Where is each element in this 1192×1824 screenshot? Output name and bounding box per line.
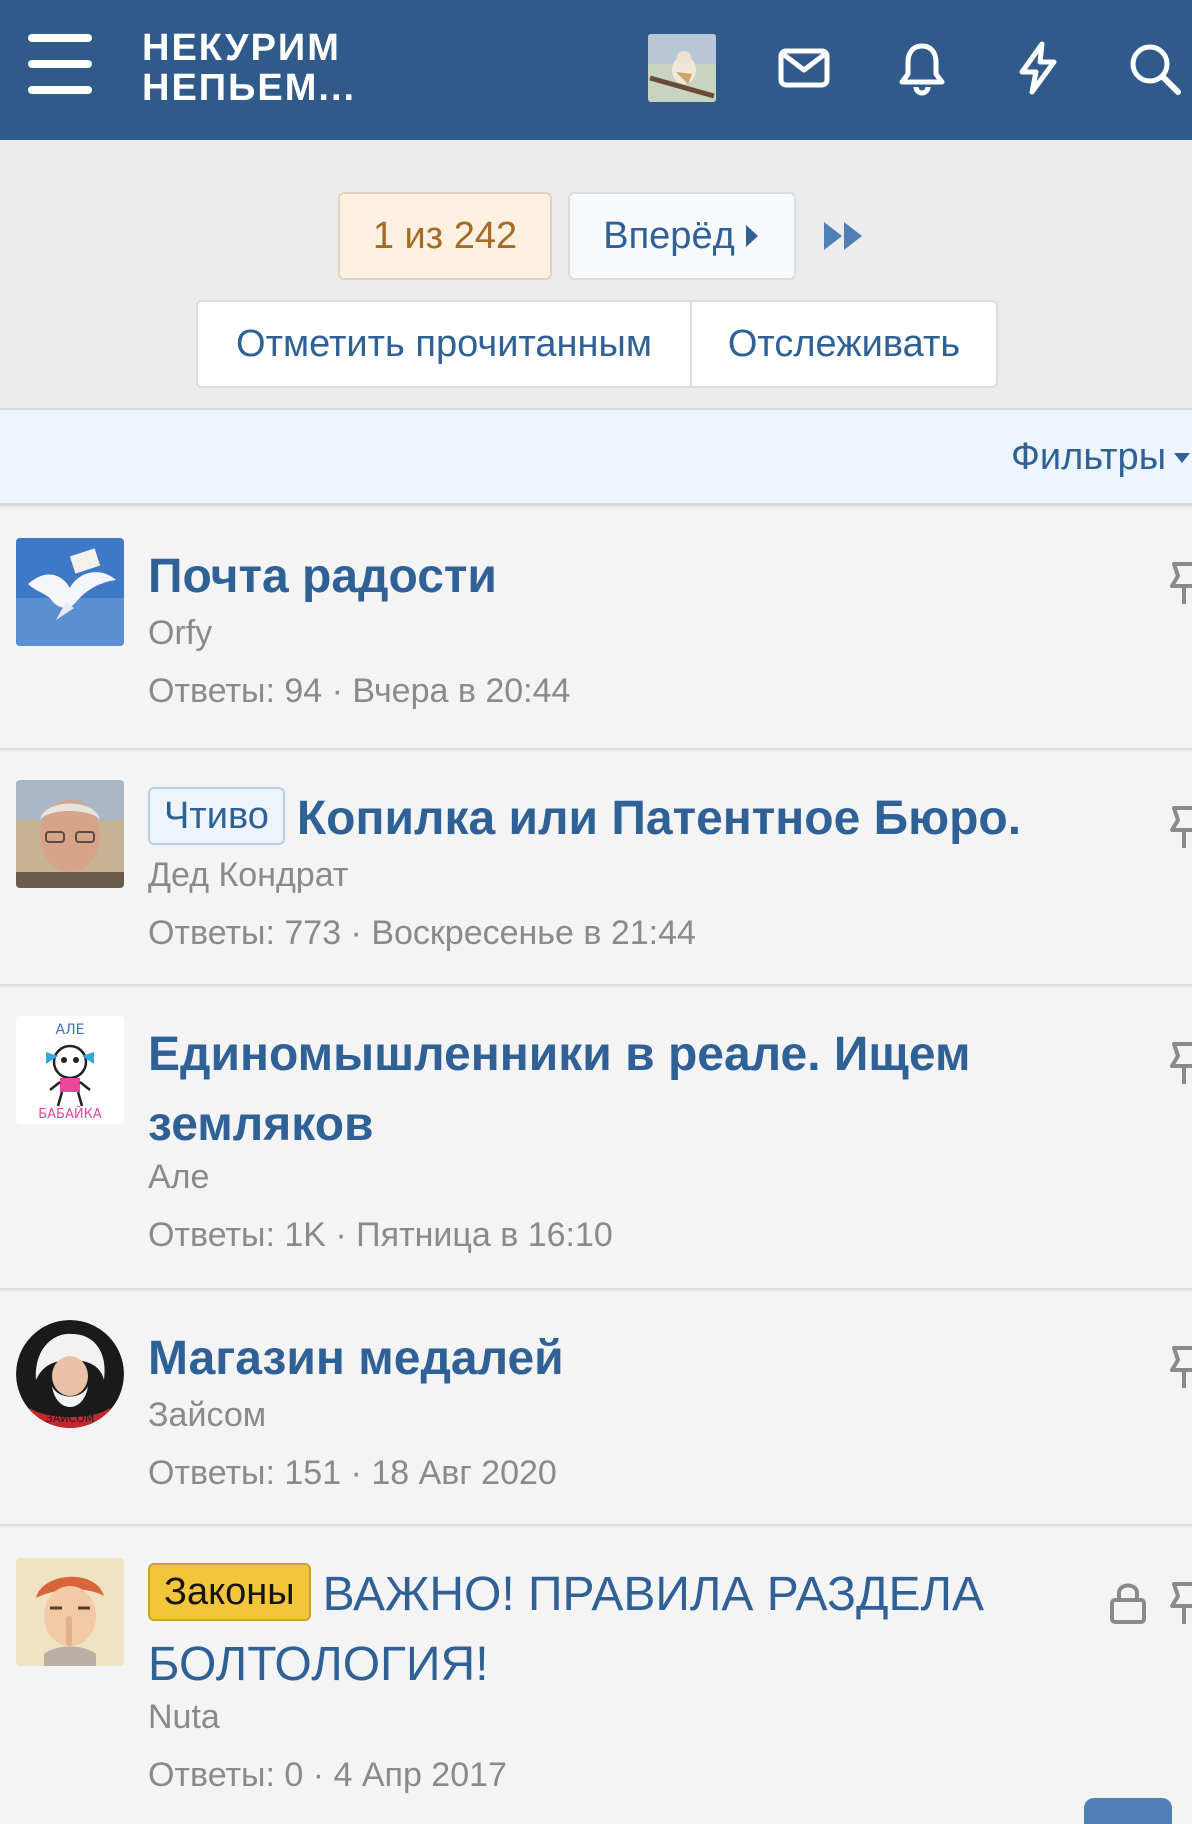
pin-icon [1170, 1042, 1192, 1084]
thread-row[interactable]: Законы ВАЖНО! ПРАВИЛА РАЗДЕЛА БОЛТОЛОГИЯ!… [0, 1528, 1192, 1824]
avatar[interactable] [16, 780, 124, 888]
thread-author[interactable]: Зайсом [148, 1396, 266, 1435]
thread-title-text[interactable]: Копилка или Патентное Бюро. [297, 792, 1021, 845]
thread-author[interactable]: Дед Кондрат [148, 856, 348, 895]
avatar[interactable] [16, 1558, 124, 1666]
filters-label: Фильтры [1011, 436, 1166, 478]
logo-line-2: НЕПЬЕМ... [142, 67, 357, 109]
lock-icon [1110, 1583, 1146, 1624]
thread-meta: Ответы: 0 · 4 Апр 2017 [148, 1756, 507, 1794]
avatar-caption: ЗАЙСОМ [46, 1412, 95, 1425]
thread-author[interactable]: Nuta [148, 1698, 220, 1737]
thread-row[interactable]: Чтиво Копилка или Патентное Бюро. Дед Кон… [0, 752, 1192, 986]
thread-row[interactable]: Почта радости Orfy Ответы: 94 · Вчера в … [0, 508, 1192, 750]
thread-row[interactable]: АЛЕ БАБАЙКА Единомышленники в реале. Ище… [0, 988, 1192, 1290]
thread-meta: Ответы: 1K · Пятница в 16:10 [148, 1216, 613, 1254]
top-nav-bar: НЕКУРИМ НЕПЬЕМ... [0, 0, 1192, 140]
pin-icon [1170, 806, 1192, 848]
watch-label: Отслеживать [727, 322, 961, 365]
caret-right-icon [745, 225, 758, 247]
thread-author[interactable]: Але [148, 1158, 209, 1197]
page-indicator-label: 1 из 242 [372, 214, 518, 257]
pin-icon [1170, 1582, 1192, 1624]
mark-read-button[interactable]: Отметить прочитанным [196, 300, 692, 388]
watch-button[interactable]: Отслеживать [690, 300, 998, 388]
pin-icon [1170, 562, 1192, 604]
user-avatar[interactable] [648, 34, 716, 102]
next-page-button[interactable]: Вперёд [568, 192, 796, 280]
thread-title[interactable]: Чтиво Копилка или Патентное Бюро. [148, 784, 1082, 854]
inbox-icon[interactable] [776, 40, 832, 96]
menu-icon[interactable] [28, 34, 92, 94]
avatar[interactable]: АЛЕ БАБАЙКА [16, 1016, 124, 1124]
chevron-down-icon [1174, 452, 1190, 463]
site-logo[interactable]: НЕКУРИМ НЕПЬЕМ... [142, 28, 356, 108]
last-page-icon[interactable] [822, 220, 866, 252]
thread-title-text[interactable]: Почта радости [148, 550, 497, 603]
scroll-to-top-button[interactable] [1084, 1798, 1172, 1824]
page-indicator-button[interactable]: 1 из 242 [338, 192, 552, 280]
pin-icon [1170, 1346, 1192, 1388]
thread-meta: Ответы: 773 · Воскресенье в 21:44 [148, 914, 696, 952]
thread-prefix-badge[interactable]: Чтиво [148, 787, 285, 845]
thread-title[interactable]: Законы ВАЖНО! ПРАВИЛА РАЗДЕЛА БОЛТОЛОГИЯ! [148, 1560, 1082, 1700]
thread-title[interactable]: Магазин медалей [148, 1324, 1082, 1394]
thread-author[interactable]: Orfy [148, 614, 212, 653]
bell-icon[interactable] [894, 40, 950, 96]
thread-prefix-badge[interactable]: Законы [148, 1563, 311, 1621]
thread-title-text[interactable]: Единомышленники в реале. Ищем земляков [148, 1028, 970, 1151]
logo-line-1: НЕКУРИМ [142, 27, 341, 69]
filter-bar: Фильтры [0, 408, 1192, 506]
filters-dropdown[interactable]: Фильтры [1011, 436, 1192, 479]
next-page-label: Вперёд [603, 214, 735, 257]
thread-meta: Ответы: 94 · Вчера в 20:44 [148, 672, 571, 710]
avatar-caption-top: АЛЕ [56, 1022, 85, 1038]
thread-title-text[interactable]: Магазин медалей [148, 1332, 564, 1385]
avatar[interactable] [16, 538, 124, 646]
thread-meta: Ответы: 151 · 18 Авг 2020 [148, 1454, 557, 1492]
bolt-icon[interactable] [1010, 40, 1066, 96]
avatar-caption-bottom: БАБАЙКА [38, 1106, 102, 1122]
avatar[interactable]: ЗАЙСОМ [16, 1320, 124, 1428]
thread-row[interactable]: ЗАЙСОМ Магазин медалей Зайсом Ответы: 15… [0, 1292, 1192, 1526]
mark-read-label: Отметить прочитанным [236, 322, 652, 365]
search-icon[interactable] [1126, 40, 1182, 96]
thread-title[interactable]: Единомышленники в реале. Ищем земляков [148, 1020, 1082, 1160]
thread-title[interactable]: Почта радости [148, 542, 1082, 612]
